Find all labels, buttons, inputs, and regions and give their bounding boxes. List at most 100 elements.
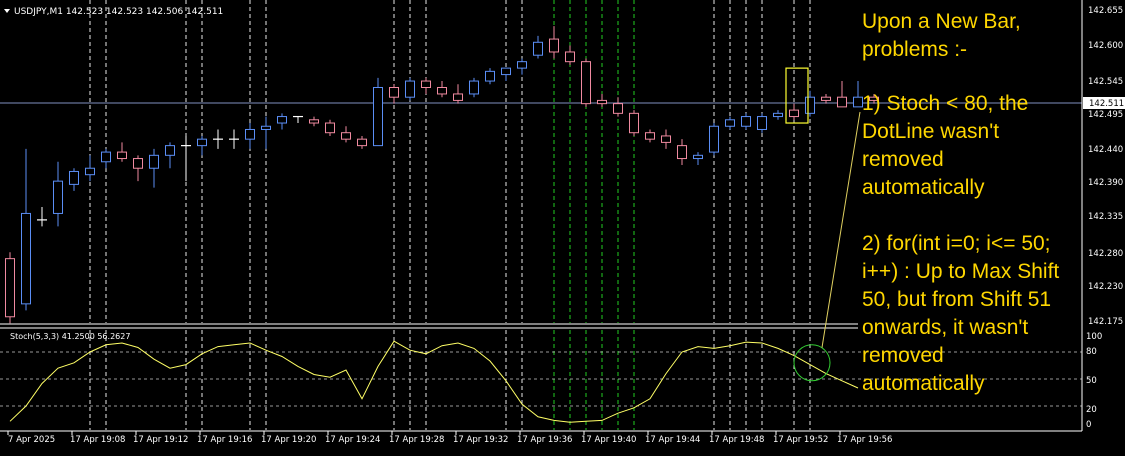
time-axis[interactable]: 7 Apr 2025 17 Apr 19:08 17 Apr 19:12 17 … [8, 435, 892, 445]
stoch-line [9, 340, 859, 423]
candle-body [261, 125, 271, 130]
candle [805, 90, 815, 117]
candle [197, 135, 207, 156]
candle [725, 116, 735, 130]
highlight-circle [793, 344, 831, 382]
time-label: 17 Apr 19:56 [837, 435, 892, 445]
candle [325, 119, 335, 136]
price-label: 142.545 [1088, 77, 1123, 87]
candle [165, 142, 175, 169]
price-label: 142.230 [1088, 282, 1123, 292]
candle-body [245, 128, 255, 140]
annotation-point-1: 1) Stoch < 80, the DotLine wasn't remove… [862, 92, 1029, 199]
candle [469, 77, 479, 98]
candle [85, 155, 95, 182]
dotline-group-indicator [89, 330, 811, 430]
candle [485, 68, 495, 85]
candle [581, 58, 591, 107]
candle-body [661, 135, 671, 143]
indicator-axis: 100 80 50 20 0 [1086, 332, 1102, 430]
candle [757, 113, 767, 133]
candle [277, 113, 287, 130]
candle-body [645, 132, 655, 140]
price-axis[interactable]: 142.655 142.600 142.545 142.495 142.440 … [1088, 6, 1123, 327]
price-label: 142.600 [1088, 41, 1123, 51]
time-label: 7 Apr 2025 [8, 435, 55, 445]
candle-body [53, 180, 63, 214]
candle [405, 77, 415, 101]
candle-body [405, 80, 415, 98]
time-label: 17 Apr 19:32 [453, 435, 508, 445]
candle [149, 148, 159, 188]
candle-body [821, 96, 831, 101]
symbol-info: USDJPY,M1 142.523 142.523 142.506 142.51… [14, 7, 223, 17]
candle-body [789, 109, 799, 118]
level-label: 0 [1086, 420, 1091, 430]
candle-body [357, 138, 367, 147]
annotation-heading: Upon a New Bar, problems :- [862, 10, 1021, 61]
candle [245, 123, 255, 149]
candle [709, 123, 719, 156]
candle-body [341, 132, 351, 140]
candle [37, 206, 47, 227]
price-label: 142.335 [1088, 212, 1123, 222]
candle-body [773, 112, 783, 118]
candle [213, 129, 223, 149]
candle-body [725, 119, 735, 127]
candle-body [741, 116, 751, 127]
current-price-tag: 142.511 [1083, 97, 1125, 109]
candle-body [5, 258, 15, 318]
candle [229, 129, 239, 149]
candle-body [549, 38, 559, 53]
price-label: 142.390 [1088, 178, 1123, 188]
candle [309, 116, 319, 127]
candle [661, 129, 671, 149]
candle-body [757, 116, 767, 130]
candle [53, 161, 63, 227]
candle [837, 81, 847, 108]
candle [789, 103, 799, 120]
time-label: 17 Apr 19:36 [517, 435, 572, 445]
candle [133, 155, 143, 182]
candle-body [581, 61, 591, 105]
candle-body [597, 99, 607, 105]
time-label: 17 Apr 19:40 [581, 435, 636, 445]
candle-body [21, 212, 31, 305]
candle-body [389, 87, 399, 98]
indicator-label: Stoch(5,3,3) 41.2500 56.2627 [10, 332, 130, 341]
candle-body [197, 138, 207, 147]
dotline-group-main [89, 0, 811, 323]
candle-body [277, 116, 287, 124]
callout-line [821, 111, 861, 348]
candle-body [325, 122, 335, 134]
candle [5, 252, 15, 324]
candle-body [517, 61, 527, 69]
candle-body [565, 51, 575, 63]
candle [421, 77, 431, 94]
price-label: 142.440 [1088, 145, 1123, 155]
time-label: 17 Apr 19:52 [773, 435, 828, 445]
candle-body [133, 158, 143, 169]
candle [117, 142, 127, 162]
candle [821, 93, 831, 104]
candle [181, 135, 191, 182]
candle-body [149, 154, 159, 169]
chart-header: USDJPY,M1 142.523 142.523 142.506 142.51… [4, 7, 223, 17]
price-label: 142.495 [1088, 110, 1123, 120]
level-label: 20 [1086, 405, 1097, 415]
time-label: 17 Apr 19:20 [261, 435, 316, 445]
time-label: 17 Apr 19:48 [709, 435, 764, 445]
current-price: 142.511 [1089, 99, 1124, 109]
candle [533, 35, 543, 59]
dropdown-icon[interactable] [4, 9, 10, 13]
candle [597, 93, 607, 107]
price-label: 142.175 [1088, 317, 1123, 327]
candle [341, 126, 351, 143]
candle-body [69, 170, 79, 185]
time-label: 17 Apr 19:28 [389, 435, 444, 445]
candle [437, 81, 447, 98]
candle [549, 26, 559, 59]
candle [565, 45, 575, 65]
candle-body [533, 41, 543, 56]
candle-body [501, 67, 511, 76]
